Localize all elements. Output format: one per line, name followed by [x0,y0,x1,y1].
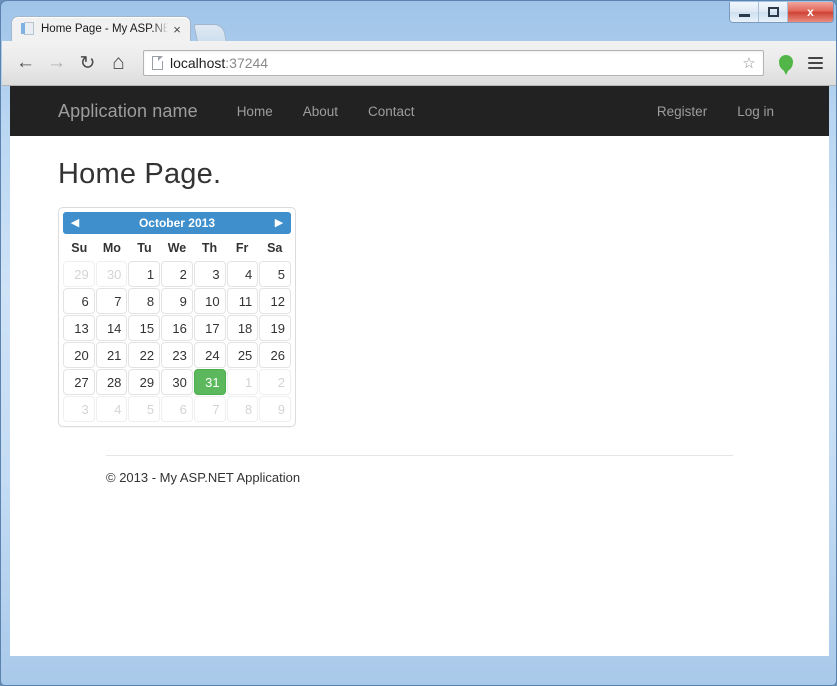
chrome-menu-icon[interactable] [802,49,828,78]
nav-item-home[interactable]: Home [222,104,288,119]
datepicker-day-cell[interactable]: 28 [95,369,128,395]
tab-title: Home Page - My ASP.NET Application [41,23,168,35]
minimize-button[interactable] [730,2,759,22]
maximize-button[interactable] [759,2,788,22]
datepicker-day-cell[interactable]: 7 [193,396,226,422]
datepicker-day-headers: Su Mo Tu We Th Fr Sa [63,237,291,259]
dow-mo: Mo [102,241,121,255]
browser-window: Home Page - My ASP.NET Application × x ←… [0,0,837,686]
tab-strip: Home Page - My ASP.NET Application × [11,16,227,41]
datepicker-day-cell[interactable]: 6 [161,396,193,422]
datepicker-day-cell[interactable]: 13 [63,315,95,341]
nav-item-contact[interactable]: Contact [353,104,430,119]
browser-toolbar: ← → ↻ ⌂ localhost:37244 ☆ [2,41,836,86]
datepicker-day-cell[interactable]: 12 [259,288,291,314]
datepicker-day-cell[interactable]: 17 [193,315,226,341]
forward-icon: → [47,52,66,73]
datepicker-day-cell[interactable]: 3 [193,261,226,287]
datepicker-day-cell[interactable]: 4 [95,396,128,422]
bookmark-star-icon[interactable]: ☆ [739,56,759,71]
datepicker-day-cell[interactable]: 8 [226,396,259,422]
nav-item-register[interactable]: Register [642,104,722,119]
datepicker-day-cell[interactable]: 8 [128,288,161,314]
address-bar[interactable]: localhost:37244 ☆ [143,50,764,76]
nav-item-about[interactable]: About [288,104,353,119]
datepicker-day-cell[interactable]: 15 [128,315,161,341]
site-navbar: Application name Home About Contact Regi… [10,86,829,136]
datepicker-day-cell[interactable]: 1 [128,261,161,287]
datepicker-day-cell[interactable]: 14 [95,315,128,341]
navbar-links: Home About Contact [222,104,430,119]
datepicker-day-cell[interactable]: 22 [128,342,161,368]
page-viewport: Application name Home About Contact Regi… [10,86,829,656]
prev-month-icon[interactable]: ◀ [63,212,87,234]
dow-fr: Fr [235,241,249,255]
page-favicon-icon [21,21,35,37]
datepicker-day-grid: 29 30 1 2 3 4 5 6 7 8 9 10 11 12 13 14 15 16 17 18 19 20 21 22 2… [63,261,291,422]
datepicker-day-cell[interactable]: 2 [259,369,291,395]
datepicker-day-cell[interactable]: 30 [95,261,128,287]
new-tab-button[interactable] [193,24,227,41]
datepicker-day-cell[interactable]: 20 [63,342,95,368]
navbar-brand[interactable]: Application name [58,101,198,122]
datepicker-day-cell[interactable]: 25 [226,342,259,368]
navbar-account-links: Register Log in [642,104,829,119]
datepicker-day-cell[interactable]: 9 [259,396,291,422]
datepicker-day-cell[interactable]: 2 [161,261,193,287]
datepicker-day-cell[interactable]: 1 [226,369,259,395]
browser-tab[interactable]: Home Page - My ASP.NET Application × [11,16,191,41]
page-container: Home Page. ◀ October 2013 ▶ Su Mo Tu We … [10,158,829,485]
datepicker-day-cell[interactable]: 26 [259,342,291,368]
url-port: :37244 [225,55,269,71]
page-info-icon [152,56,163,70]
dow-tu: Tu [137,241,152,255]
datepicker-day-cell[interactable]: 10 [193,288,226,314]
extension-balloon-icon[interactable] [773,49,799,78]
datepicker-day-cell[interactable]: 3 [63,396,95,422]
datepicker-day-cell[interactable]: 27 [63,369,95,395]
datepicker-day-cell[interactable]: 24 [193,342,226,368]
close-button[interactable]: x [788,2,833,22]
datepicker-day-cell[interactable]: 23 [161,342,193,368]
dow-su: Su [71,241,88,255]
dow-sa: Sa [267,241,283,255]
datepicker-day-cell[interactable]: 29 [63,261,95,287]
dow-we: We [167,241,187,255]
url-host: localhost [170,55,226,71]
datepicker-day-cell[interactable]: 6 [63,288,95,314]
window-controls: x [729,2,834,23]
datepicker-widget[interactable]: ◀ October 2013 ▶ Su Mo Tu We Th Fr Sa 29… [58,207,296,427]
datepicker-day-cell[interactable]: 19 [259,315,291,341]
title-bar: Home Page - My ASP.NET Application × x [1,1,836,41]
datepicker-day-cell[interactable]: 21 [95,342,128,368]
datepicker-day-cell[interactable]: 30 [161,369,193,395]
datepicker-day-cell[interactable]: 9 [161,288,193,314]
tab-close-icon[interactable]: × [170,22,184,36]
datepicker-day-cell[interactable]: 5 [128,396,161,422]
datepicker-day-cell[interactable]: 29 [128,369,161,395]
datepicker-month-title[interactable]: October 2013 [87,216,267,230]
next-month-icon[interactable]: ▶ [267,212,291,234]
datepicker-day-cell[interactable]: 5 [259,261,291,287]
datepicker-header: ◀ October 2013 ▶ [63,212,291,234]
datepicker-day-cell[interactable]: 18 [226,315,259,341]
datepicker-day-cell[interactable]: 16 [161,315,193,341]
page-title: Home Page. [58,158,222,190]
reload-icon[interactable]: ↻ [73,49,102,78]
dow-th: Th [201,241,218,255]
datepicker-day-cell[interactable]: 31 [193,369,226,395]
datepicker-day-cell[interactable]: 7 [95,288,128,314]
datepicker-day-cell[interactable]: 11 [226,288,259,314]
back-icon[interactable]: ← [11,49,40,78]
nav-item-login[interactable]: Log in [722,104,789,119]
home-icon[interactable]: ⌂ [104,49,133,78]
page-footer: © 2013 - My ASP.NET Application [106,470,301,485]
address-bar-url: localhost:37244 [170,55,739,71]
datepicker-day-cell[interactable]: 4 [226,261,259,287]
